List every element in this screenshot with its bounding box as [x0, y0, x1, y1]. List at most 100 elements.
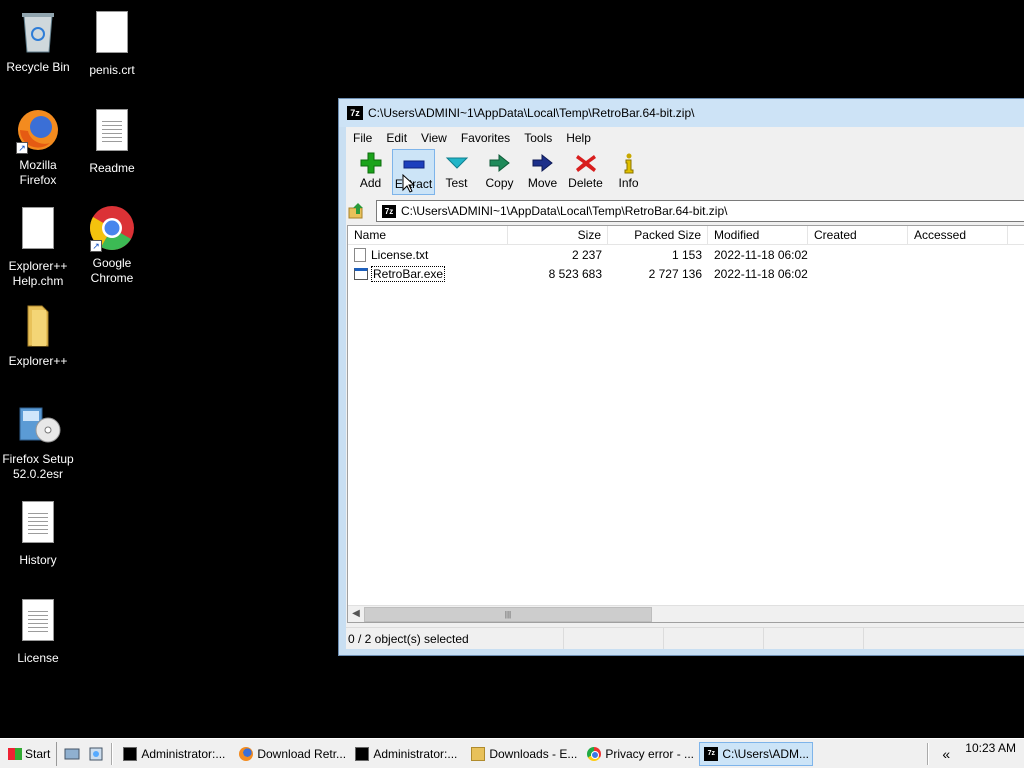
text-file-icon	[354, 247, 366, 262]
table-row[interactable]: License.txt 2 237 1 153 2022-11-18 06:02	[348, 245, 1024, 264]
column-modified[interactable]: Modified	[708, 226, 808, 244]
menu-file[interactable]: File	[346, 131, 379, 145]
status-bar: 0 / 2 object(s) selected	[346, 627, 1024, 649]
desktop-icon-readme[interactable]: Readme	[74, 106, 150, 176]
minus-icon	[403, 160, 424, 169]
quicklaunch-switch-windows[interactable]	[87, 745, 105, 763]
address-text: C:\Users\ADMINI~1\AppData\Local\Temp\Ret…	[401, 204, 728, 218]
exe-file-icon	[354, 267, 368, 280]
7zip-mini-icon: 7z	[382, 204, 396, 218]
folder-app-icon	[14, 302, 62, 350]
desktop-icon-chrome[interactable]: ↗ Google Chrome	[74, 204, 150, 286]
column-accessed[interactable]: Accessed	[908, 226, 1008, 244]
row-size: 8 523 683	[548, 266, 602, 281]
delete-button[interactable]: Delete	[564, 149, 607, 195]
column-size[interactable]: Size	[508, 226, 608, 244]
cmd-icon	[123, 746, 138, 761]
firefox-icon: ↗	[14, 106, 62, 154]
status-pane-3	[664, 628, 764, 649]
up-folder-icon	[348, 203, 363, 219]
move-arrow-icon	[532, 153, 553, 173]
desktop-icon-firefox[interactable]: ↗ Mozilla Firefox	[0, 106, 76, 188]
row-packed: 1 153	[671, 247, 702, 262]
file-list: Name Size Packed Size Modified Created A…	[347, 225, 1024, 623]
menu-tools[interactable]: Tools	[517, 131, 559, 145]
tray-separator	[927, 742, 930, 765]
column-name[interactable]: Name	[348, 226, 508, 244]
system-tray: « 10:23 AM	[921, 739, 1024, 768]
taskbar-item-explorer[interactable]: Downloads - E...	[467, 742, 581, 766]
up-folder-button[interactable]	[346, 200, 368, 222]
cmd-icon	[355, 746, 370, 761]
horizontal-scrollbar[interactable]: ◀ |||	[348, 605, 1024, 622]
taskbar-item-chrome[interactable]: Privacy error - ...	[583, 742, 697, 766]
7zip-app-icon: 7z	[347, 106, 363, 120]
desktop-icon-recycle-bin[interactable]: Recycle Bin	[0, 8, 76, 75]
taskbar-separator	[111, 742, 114, 765]
7zip-icon: 7z	[704, 746, 719, 761]
info-button[interactable]: Info	[607, 149, 650, 195]
windows-logo-icon	[8, 747, 22, 760]
text-file-icon	[88, 109, 136, 157]
desktop-icon-license[interactable]: License	[0, 596, 76, 666]
menu-help[interactable]: Help	[559, 131, 598, 145]
row-name: RetroBar.exe	[370, 265, 446, 282]
text-file-icon	[14, 599, 62, 647]
menu-view[interactable]: View	[414, 131, 454, 145]
sevenzip-window: 7z C:\Users\ADMINI~1\AppData\Local\Temp\…	[338, 98, 1024, 656]
chrome-icon: ↗	[88, 204, 136, 252]
start-button[interactable]: Start	[2, 741, 58, 766]
copy-arrow-icon	[489, 153, 510, 173]
desktop-icon-explorerpp[interactable]: Explorer++	[0, 302, 76, 369]
x-icon	[575, 155, 596, 172]
chrome-icon	[587, 746, 602, 761]
address-bar: 7z C:\Users\ADMINI~1\AppData\Local\Temp\…	[346, 199, 1024, 223]
taskbar-item-cmd-1[interactable]: Administrator:...	[119, 742, 233, 766]
desktop-icon-penis-crt[interactable]: penis.crt	[74, 8, 150, 78]
row-modified: 2022-11-18 06:02	[714, 247, 808, 262]
desktop-icon-firefox-setup[interactable]: Firefox Setup 52.0.2esr	[0, 400, 76, 482]
add-button[interactable]: Add	[349, 149, 392, 195]
list-header: Name Size Packed Size Modified Created A…	[348, 226, 1024, 245]
taskbar: Start Administrator:... Download Retr...…	[0, 738, 1024, 768]
toolbar: Add Extract Test Copy Move Delete	[346, 149, 1024, 197]
tray-expand-chevron-icon[interactable]: «	[935, 746, 957, 762]
clock[interactable]: 10:23 AM	[957, 739, 1024, 768]
taskbar-item-firefox[interactable]: Download Retr...	[235, 742, 349, 766]
text-file-icon	[14, 501, 62, 549]
window-title: C:\Users\ADMINI~1\AppData\Local\Temp\Ret…	[368, 106, 695, 120]
show-desktop-icon	[64, 748, 80, 759]
move-button[interactable]: Move	[521, 149, 564, 195]
window-titlebar[interactable]: 7z C:\Users\ADMINI~1\AppData\Local\Temp\…	[339, 99, 1024, 127]
desktop-icon-explorerpp-help[interactable]: Explorer++ Help.chm	[0, 204, 76, 289]
switch-windows-icon	[89, 747, 103, 760]
shortcut-arrow-icon: ↗	[90, 240, 102, 252]
recycle-bin-icon	[14, 8, 62, 56]
taskbar-item-7zip[interactable]: 7z C:\Users\ADM...	[699, 741, 814, 766]
folder-icon	[471, 746, 486, 761]
desktop-icon-history[interactable]: History	[0, 498, 76, 568]
taskbar-item-cmd-2[interactable]: Administrator:...	[351, 742, 465, 766]
menu-edit[interactable]: Edit	[379, 131, 414, 145]
check-icon	[445, 157, 468, 169]
quicklaunch-show-desktop[interactable]	[63, 745, 81, 763]
menu-favorites[interactable]: Favorites	[454, 131, 517, 145]
copy-button[interactable]: Copy	[478, 149, 521, 195]
shortcut-arrow-icon: ↗	[16, 142, 28, 154]
table-row[interactable]: RetroBar.exe 8 523 683 2 727 136 2022-11…	[348, 264, 1024, 283]
scroll-left-icon[interactable]: ◀	[350, 608, 362, 620]
column-created[interactable]: Created	[808, 226, 908, 244]
info-icon	[624, 153, 633, 174]
row-packed: 2 727 136	[648, 266, 702, 281]
row-name: License.txt	[371, 247, 429, 262]
test-button[interactable]: Test	[435, 149, 478, 195]
address-input[interactable]: 7z C:\Users\ADMINI~1\AppData\Local\Temp\…	[376, 200, 1024, 222]
status-text: 0 / 2 object(s) selected	[346, 628, 564, 649]
column-packed-size[interactable]: Packed Size	[608, 226, 708, 244]
installer-icon	[14, 400, 62, 448]
row-modified: 2022-11-18 06:02	[714, 266, 808, 281]
scroll-thumb[interactable]: |||	[364, 607, 652, 622]
status-pane-2	[564, 628, 664, 649]
menu-bar: File Edit View Favorites Tools Help	[346, 127, 1024, 149]
certificate-file-icon	[88, 11, 136, 59]
